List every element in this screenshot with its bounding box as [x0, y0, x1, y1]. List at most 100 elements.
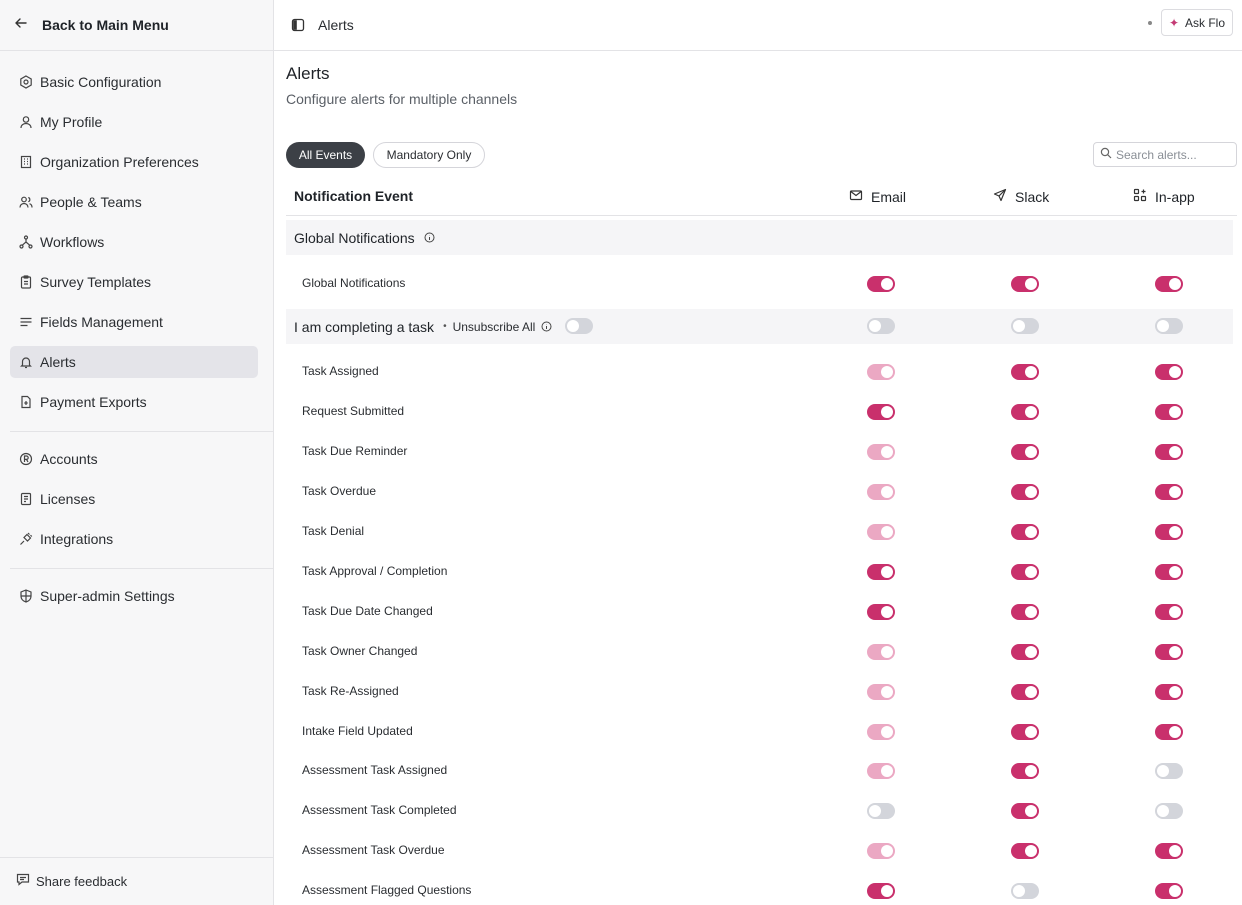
- toggle-email[interactable]: [867, 803, 895, 819]
- sidebar-item-integrations[interactable]: Integrations: [10, 523, 258, 555]
- share-feedback-button[interactable]: Share feedback: [0, 857, 273, 905]
- toggle-email[interactable]: [867, 843, 895, 859]
- sidebar-item-licenses[interactable]: Licenses: [10, 483, 258, 515]
- toggle-slack[interactable]: [1011, 763, 1039, 779]
- toggle-email[interactable]: [867, 604, 895, 620]
- row-label: Task Denial: [302, 524, 365, 538]
- toggle-inapp[interactable]: [1155, 803, 1183, 819]
- toggle-slack[interactable]: [1011, 564, 1039, 580]
- sidebar-item-basic-configuration[interactable]: Basic Configuration: [10, 66, 258, 98]
- toggle-email[interactable]: [867, 364, 895, 380]
- sparkle-icon: ✦: [1168, 15, 1180, 30]
- toggle-slack[interactable]: [1011, 604, 1039, 620]
- info-icon[interactable]: [424, 232, 435, 243]
- workflow-icon: [18, 234, 34, 250]
- toggle-slack[interactable]: [1011, 404, 1039, 420]
- status-dot: [1148, 21, 1152, 25]
- page-title: Alerts: [286, 64, 330, 83]
- toggle-sidebar-icon[interactable]: [291, 18, 305, 32]
- ask-flo-label: Ask Flo: [1185, 15, 1226, 30]
- toggle-email[interactable]: [867, 564, 895, 580]
- toggle-inapp[interactable]: [1155, 724, 1183, 740]
- toggle-email[interactable]: [867, 444, 895, 460]
- section-title: I am completing a task: [294, 318, 435, 335]
- sidebar-item-super-admin-settings[interactable]: Super-admin Settings: [10, 580, 258, 612]
- shield-icon: [18, 588, 34, 604]
- row-label: Task Due Reminder: [302, 444, 408, 458]
- section-header: Global Notifications: [286, 220, 1233, 255]
- row-label: Intake Field Updated: [302, 724, 413, 738]
- toggle-email[interactable]: [867, 524, 895, 540]
- toggle-section-inapp[interactable]: [1155, 318, 1183, 334]
- toggle-inapp[interactable]: [1155, 604, 1183, 620]
- toggle-inapp[interactable]: [1155, 444, 1183, 460]
- sidebar-item-label: Super-admin Settings: [40, 588, 175, 604]
- sidebar-item-workflows[interactable]: Workflows: [10, 226, 258, 258]
- toggle-section-email[interactable]: [867, 318, 895, 334]
- toggle-slack[interactable]: [1011, 484, 1039, 500]
- toggle-inapp[interactable]: [1155, 644, 1183, 660]
- toggle-slack[interactable]: [1011, 684, 1039, 700]
- table-header: Notification Event Email Slack In-app: [286, 178, 1237, 216]
- toggle-inapp[interactable]: [1155, 484, 1183, 500]
- nav-group-admin: Super-admin Settings: [10, 580, 258, 620]
- user-icon: [18, 114, 34, 130]
- sidebar-item-label: Fields Management: [40, 314, 163, 330]
- sidebar-item-survey-templates[interactable]: Survey Templates: [10, 266, 258, 298]
- sidebar-item-label: My Profile: [40, 114, 103, 130]
- toggle-unsubscribe-all[interactable]: [565, 318, 593, 334]
- search-input[interactable]: [1116, 147, 1231, 162]
- sidebar-item-label: Licenses: [40, 491, 96, 507]
- toggle-section-slack[interactable]: [1011, 318, 1039, 334]
- toggle-global-slack[interactable]: [1011, 276, 1039, 292]
- toggle-inapp[interactable]: [1155, 883, 1183, 899]
- back-to-main-menu-button[interactable]: Back to Main Menu: [0, 0, 273, 51]
- toggle-slack[interactable]: [1011, 364, 1039, 380]
- toggle-email[interactable]: [867, 684, 895, 700]
- sidebar-item-payment-exports[interactable]: Payment Exports: [10, 386, 258, 418]
- sidebar-item-alerts[interactable]: Alerts: [10, 346, 258, 378]
- sidebar-item-fields-management[interactable]: Fields Management: [10, 306, 258, 338]
- ask-flo-button[interactable]: ✦ Ask Flo: [1161, 9, 1233, 36]
- toggle-inapp[interactable]: [1155, 404, 1183, 420]
- sidebar-item-my-profile[interactable]: My Profile: [10, 106, 258, 138]
- toggle-slack[interactable]: [1011, 803, 1039, 819]
- toggle-email[interactable]: [867, 484, 895, 500]
- send-icon: [993, 188, 1015, 205]
- toggle-email[interactable]: [867, 404, 895, 420]
- toggle-slack[interactable]: [1011, 444, 1039, 460]
- toggle-inapp[interactable]: [1155, 763, 1183, 779]
- toggle-global-inapp[interactable]: [1155, 276, 1183, 292]
- toggle-inapp[interactable]: [1155, 364, 1183, 380]
- toggle-email[interactable]: [867, 724, 895, 740]
- license-icon: [18, 491, 34, 507]
- row-label: Task Overdue: [302, 484, 377, 498]
- plug-icon: [18, 531, 34, 547]
- toggle-inapp[interactable]: [1155, 524, 1183, 540]
- toggle-slack[interactable]: [1011, 883, 1039, 899]
- toggle-slack[interactable]: [1011, 843, 1039, 859]
- filter-mandatory-only[interactable]: Mandatory Only: [373, 142, 485, 168]
- toggle-inapp[interactable]: [1155, 684, 1183, 700]
- sidebar-item-organization-preferences[interactable]: Organization Preferences: [10, 146, 258, 178]
- toggle-email[interactable]: [867, 883, 895, 899]
- toggle-inapp[interactable]: [1155, 843, 1183, 859]
- toggle-slack[interactable]: [1011, 644, 1039, 660]
- notification-event-header: Notification Event: [294, 188, 414, 204]
- toggle-slack[interactable]: [1011, 724, 1039, 740]
- sidebar-item-label: Integrations: [40, 531, 114, 547]
- sidebar-item-label: Alerts: [40, 354, 76, 370]
- mail-icon: [849, 188, 871, 205]
- sidebar-item-accounts[interactable]: Accounts: [10, 443, 258, 475]
- info-icon[interactable]: [541, 321, 552, 332]
- users-icon: [18, 194, 34, 210]
- toggle-email[interactable]: [867, 644, 895, 660]
- toggle-email[interactable]: [867, 763, 895, 779]
- sidebar-item-people-teams[interactable]: People & Teams: [10, 186, 258, 218]
- sidebar-item-label: Payment Exports: [40, 394, 147, 410]
- sidebar-item-label: Workflows: [40, 234, 105, 250]
- toggle-global-email[interactable]: [867, 276, 895, 292]
- filter-all-events[interactable]: All Events: [286, 142, 365, 168]
- toggle-inapp[interactable]: [1155, 564, 1183, 580]
- toggle-slack[interactable]: [1011, 524, 1039, 540]
